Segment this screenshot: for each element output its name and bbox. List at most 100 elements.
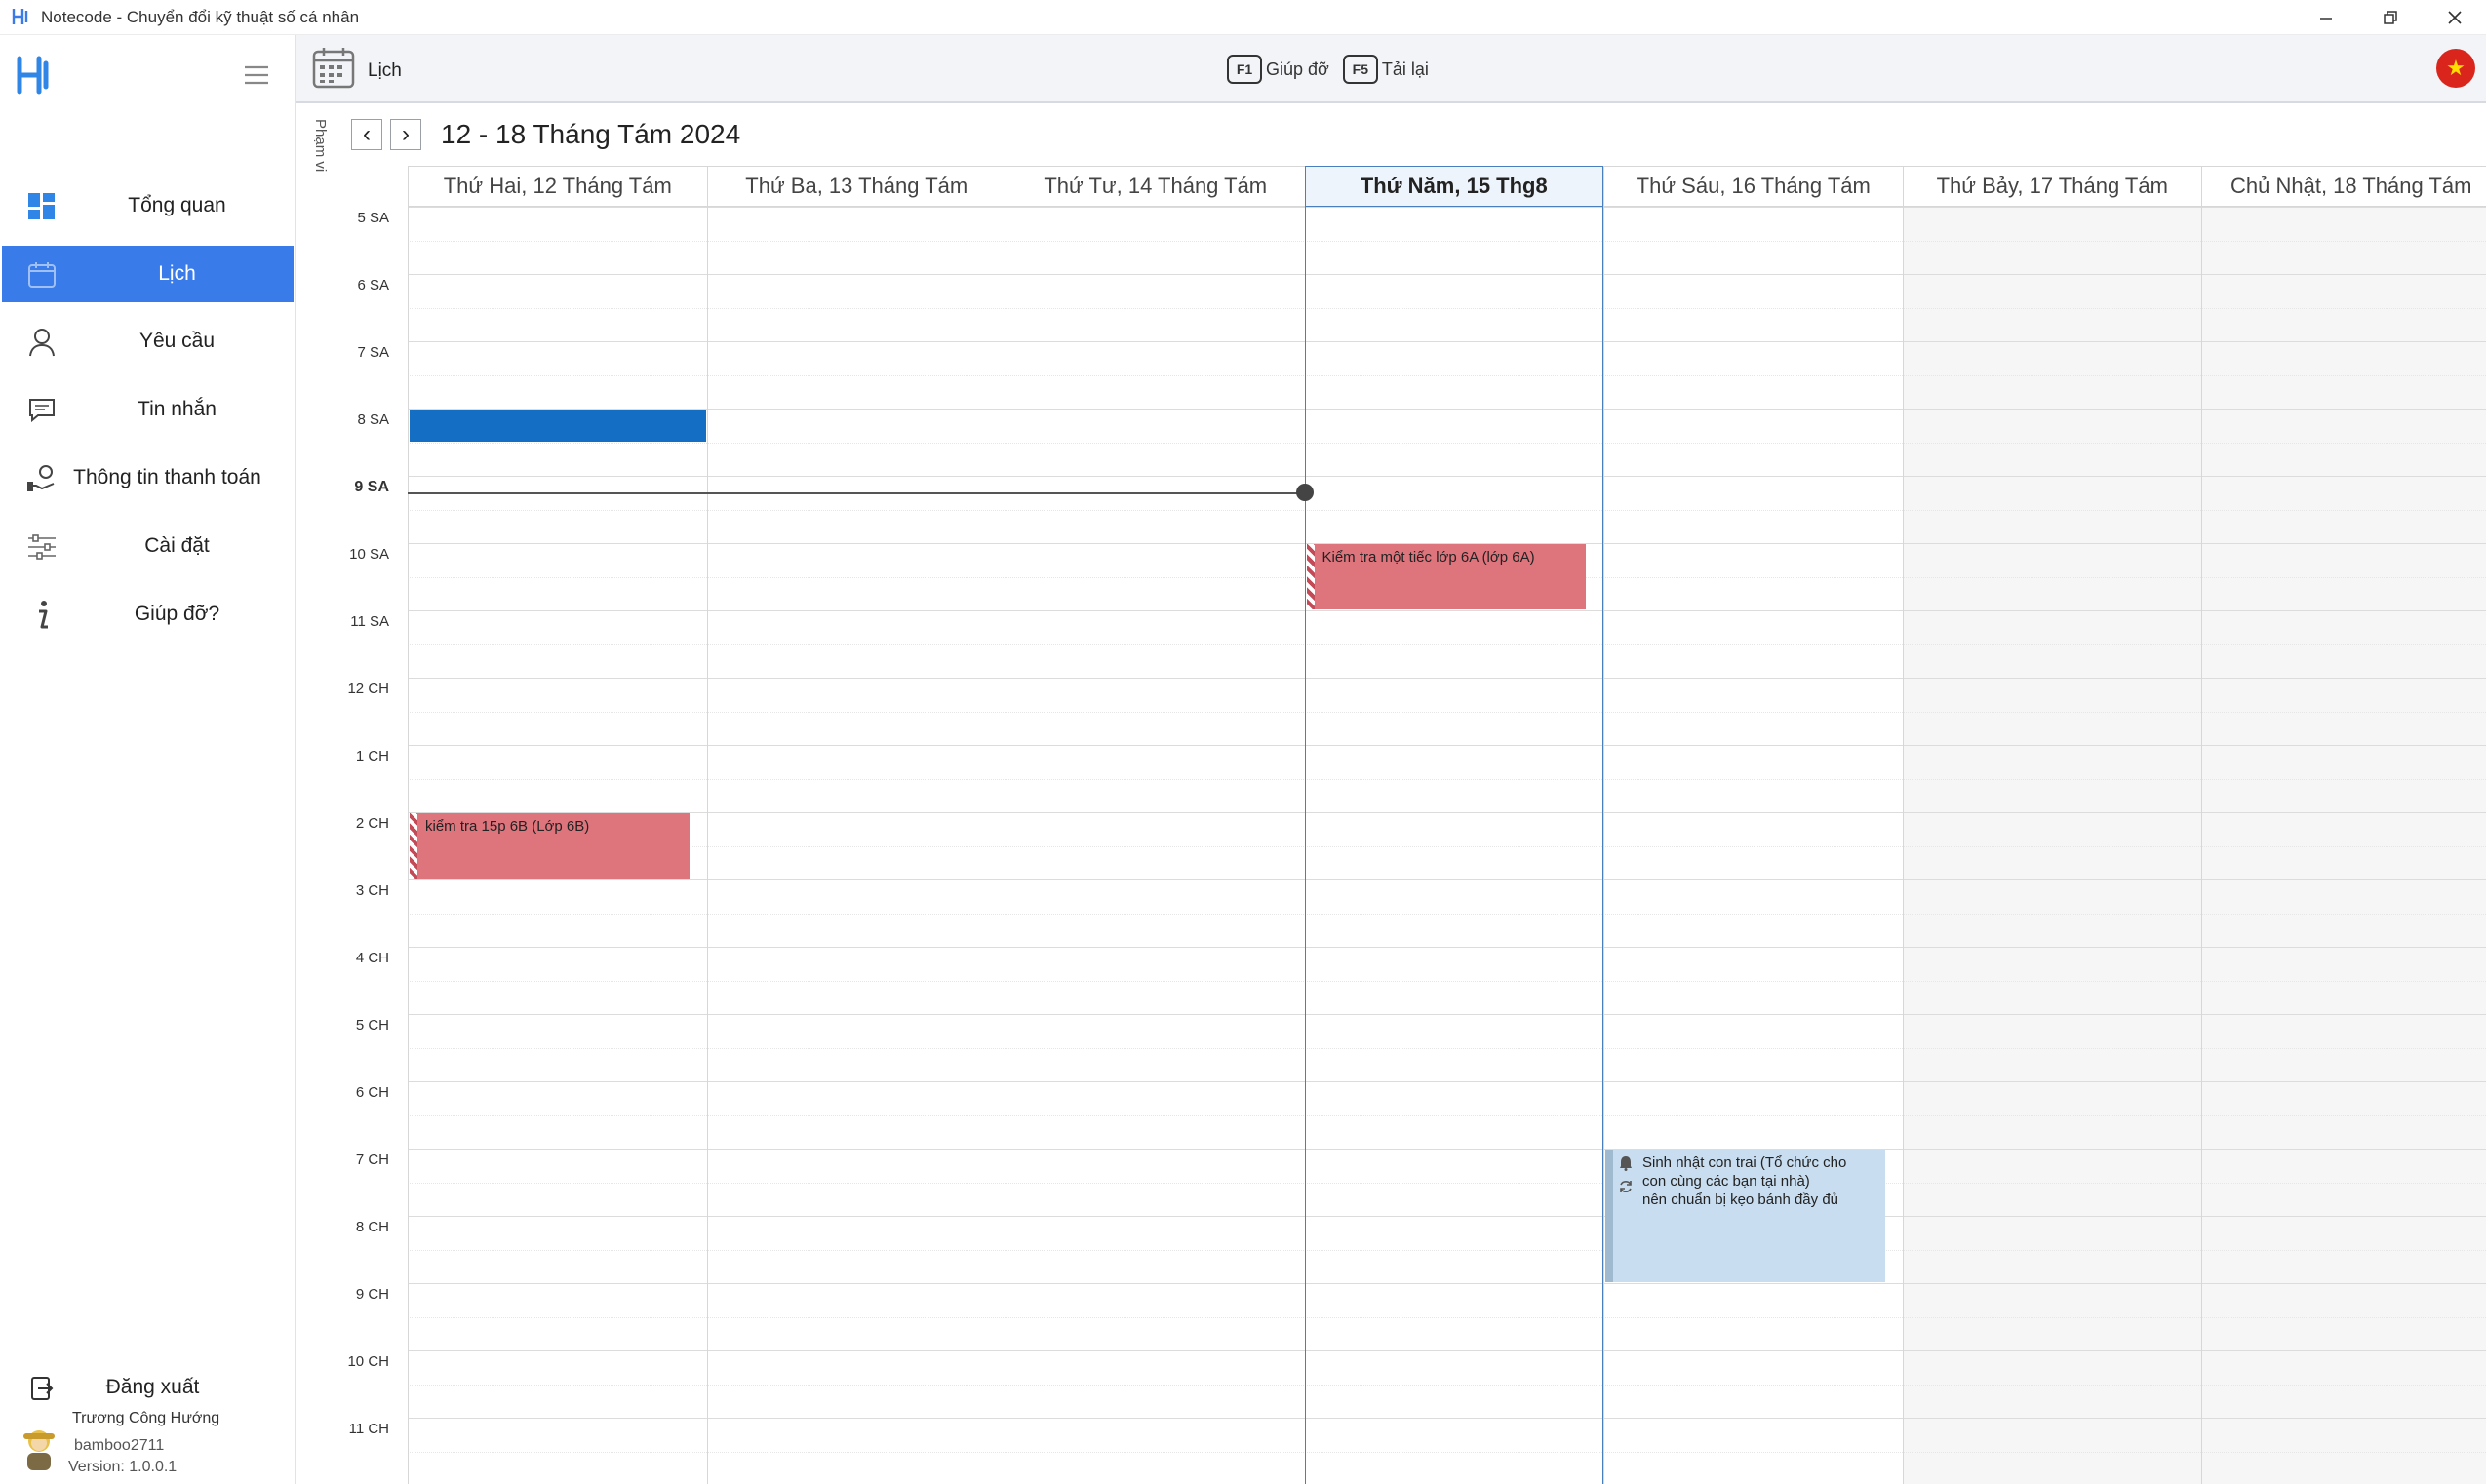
logout-button[interactable]: Đăng xuất (2, 1359, 294, 1416)
event-text-line: Sinh nhật con trai (Tổ chức cho (1642, 1154, 1847, 1171)
hour-label: 5 SA (357, 210, 389, 226)
hour-label: 6 SA (357, 277, 389, 293)
day-divider (1603, 207, 1604, 1484)
calendar-event[interactable]: Sinh nhật con trai (Tổ chức cho con cùng … (1605, 1150, 1885, 1282)
star-icon: ★ (2446, 56, 2466, 80)
language-flag-button[interactable]: ★ (2436, 49, 2475, 88)
day-divider (1902, 207, 1904, 1484)
hour-label: 10 CH (347, 1353, 389, 1370)
menu-toggle-icon[interactable] (243, 64, 270, 86)
minimize-icon (2320, 18, 2332, 20)
hour-label: 2 CH (355, 815, 389, 832)
sidebar-item-calendar[interactable]: Lịch (2, 246, 294, 302)
hour-label: 9 SA (354, 479, 389, 495)
sidebar-item-label: Yêu cầu (138, 330, 216, 352)
sidebar-item-label: Giúp đỡ? (134, 603, 220, 625)
close-icon (2448, 11, 2462, 24)
restore-button[interactable] (2358, 0, 2423, 35)
chevron-right-icon: › (402, 121, 410, 147)
sidebar-item-payment[interactable]: Thông tin thanh toán (2, 449, 294, 506)
sidebar-item-label: Cài đặt (144, 534, 210, 557)
event-status-stripe (410, 813, 417, 879)
message-icon (25, 395, 59, 426)
sidebar-item-settings[interactable]: Cài đặt (2, 518, 294, 574)
day-header[interactable]: Thứ Năm, 15 Thg8 (1304, 166, 1603, 207)
calendar-icon (25, 259, 59, 291)
hour-label: 1 CH (355, 748, 389, 764)
user-username: bamboo2711 (74, 1437, 165, 1454)
payment-icon (25, 463, 59, 494)
sidebar-item-label: Tổng quan (128, 194, 226, 216)
sidebar-item-label: Tin nhắn (138, 398, 217, 420)
hour-label: 6 CH (355, 1084, 389, 1101)
previous-week-button[interactable]: ‹ (351, 119, 382, 150)
reminder-bell-icon (1619, 1155, 1633, 1176)
reload-label[interactable]: Tải lại (1382, 59, 1429, 80)
info-icon (25, 600, 59, 631)
current-time-line (408, 492, 1305, 495)
hour-label: 12 CH (347, 681, 389, 697)
window-title: Notecode - Chuyển đổi kỹ thuật số cá nhâ… (41, 8, 360, 26)
user-name: Trương Công Hướng (72, 1410, 220, 1426)
sidebar-item-label: Thông tin thanh toán (73, 466, 261, 488)
today-column[interactable] (1304, 207, 1603, 1484)
current-time-dot (1295, 484, 1314, 502)
hour-label: 5 CH (355, 1017, 389, 1034)
event-title: Kiểm tra một tiếc lớp 6A (lớp 6A) (1322, 549, 1535, 566)
app-version: Version: 1.0.0.1 (68, 1459, 178, 1475)
hour-label: 8 CH (355, 1219, 389, 1235)
day-divider (408, 207, 409, 1484)
day-header[interactable]: Thứ Tư, 14 Tháng Tám (1006, 166, 1305, 207)
minimize-button[interactable] (2294, 0, 2358, 35)
brand-logo-icon (17, 56, 49, 95)
hour-label: 11 CH (348, 1421, 389, 1437)
sidebar-item-message[interactable]: Tin nhắn (2, 381, 294, 438)
day-divider (2201, 207, 2202, 1484)
chevron-left-icon: ‹ (363, 121, 371, 147)
sidebar-item-dashboard[interactable]: Tổng quan (2, 177, 294, 234)
dashboard-icon (25, 191, 59, 222)
breadcrumb: Lịch (368, 60, 402, 81)
hour-label: 3 CH (355, 882, 389, 899)
reload-key[interactable]: F5 (1342, 55, 1378, 84)
hour-label: 11 SA (350, 613, 389, 630)
hour-label: 7 SA (357, 344, 389, 361)
logout-label: Đăng xuất (105, 1376, 200, 1398)
event-text-line: con cùng các bạn tại nhà) (1642, 1173, 1810, 1190)
week-calendar-grid[interactable]: 5 SA 6 SA 7 SA 8 SA 9 SA 10 SA 11 SA 12 CH 1 CH 2… (335, 166, 2486, 1484)
calendar-event[interactable]: kiểm tra 15p 6B (Lớp 6B) (410, 813, 690, 879)
hour-label: 9 CH (355, 1286, 389, 1303)
toolbar: Lịch F1 Giúp đỡ F5 Tải lại ★ (296, 35, 2486, 103)
range-label[interactable]: Phạm vi (299, 119, 329, 197)
user-icon (25, 327, 59, 358)
help-key[interactable]: F1 (1227, 55, 1262, 84)
event-title: kiểm tra 15p 6B (Lớp 6B) (425, 818, 590, 835)
calendar-event[interactable]: Kiểm tra một tiếc lớp 6A (lớp 6A) (1306, 544, 1586, 609)
avatar[interactable] (18, 1425, 60, 1474)
sidebar-item-user[interactable]: Yêu cầu (2, 313, 294, 370)
hour-label: 8 SA (357, 411, 389, 428)
day-header[interactable]: Thứ Bảy, 17 Tháng Tám (1902, 166, 2201, 207)
app-logo-icon (12, 9, 28, 24)
title-bar: Notecode - Chuyển đổi kỹ thuật số cá nhâ… (0, 0, 2486, 35)
date-range-title: 12 - 18 Tháng Tám 2024 (441, 119, 741, 149)
event-text-line: nên chuẩn bị kẹo bánh đầy đủ (1642, 1191, 1838, 1208)
sidebar-item-info[interactable]: Giúp đỡ? (2, 586, 294, 643)
calendar-event[interactable] (410, 410, 706, 442)
restore-icon (2384, 11, 2397, 24)
day-header[interactable]: Chủ Nhật, 18 Tháng Tám (2201, 166, 2486, 207)
next-week-button[interactable]: › (390, 119, 421, 150)
day-header[interactable]: Thứ Sáu, 16 Tháng Tám (1603, 166, 1903, 207)
hour-label: 7 CH (355, 1152, 389, 1168)
close-button[interactable] (2423, 0, 2486, 35)
sidebar: Tổng quan Lịch Yêu cầu Tin nhắn Thông tin th… (0, 35, 296, 1484)
help-label[interactable]: Giúp đỡ (1266, 59, 1329, 80)
hour-label: 10 SA (349, 546, 389, 563)
event-status-stripe (1306, 544, 1315, 609)
recurring-icon (1618, 1179, 1634, 1199)
sidebar-item-label: Lịch (158, 262, 196, 285)
calendar-page-icon (312, 48, 355, 89)
day-header[interactable]: Thứ Ba, 13 Tháng Tám (706, 166, 1006, 207)
day-divider (706, 207, 708, 1484)
day-header[interactable]: Thứ Hai, 12 Tháng Tám (408, 166, 707, 207)
